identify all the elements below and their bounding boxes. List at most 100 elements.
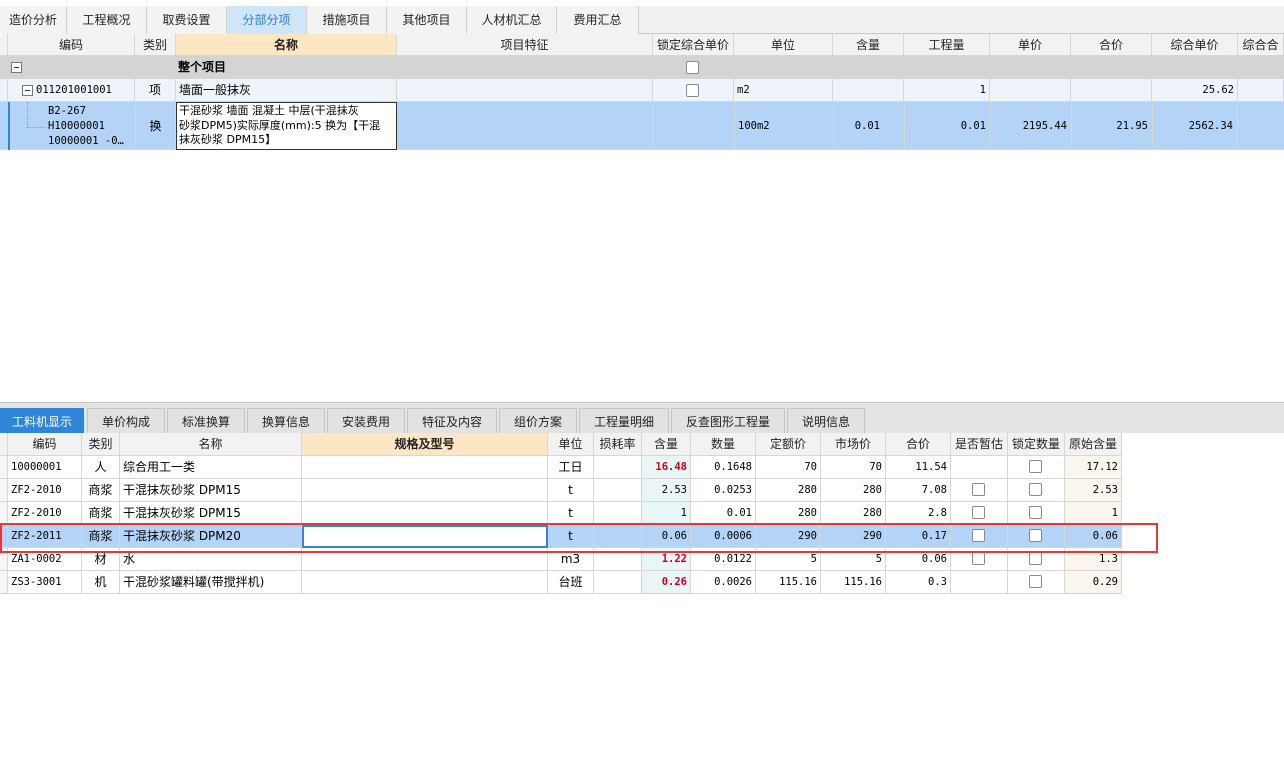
row-quota-price[interactable]: 115.16 — [756, 571, 821, 594]
row-amount[interactable]: 0.0026 — [691, 571, 756, 594]
col-header-amount[interactable]: 数量 — [691, 433, 756, 456]
row-unit[interactable]: 工日 — [548, 456, 594, 479]
tab-labor-material-summary[interactable]: 人材机汇总 — [467, 6, 557, 34]
row-lock-qty[interactable] — [1008, 502, 1065, 525]
row-unit[interactable]: t — [548, 479, 594, 502]
col-header-original-content[interactable]: 原始含量 — [1065, 433, 1122, 456]
row-spec[interactable] — [302, 502, 548, 525]
tab-features-content[interactable]: 特征及内容 — [407, 408, 497, 434]
col-header-total[interactable]: 合价 — [886, 433, 951, 456]
col-header-composite-price[interactable]: 综合单价 — [1152, 34, 1238, 56]
row-type[interactable]: 人 — [82, 456, 120, 479]
item-total[interactable] — [1071, 79, 1152, 102]
col-header-lock-price[interactable]: 锁定综合单价 — [653, 34, 734, 56]
row-content[interactable]: 16.48 — [642, 456, 691, 479]
row-provisional[interactable] — [951, 502, 1008, 525]
row-name[interactable]: 干混砂浆罐料罐(带搅拌机) — [120, 571, 302, 594]
col-header-type[interactable]: 类别 — [82, 433, 120, 456]
col-header-provisional[interactable]: 是否暂估 — [951, 433, 1008, 456]
row-code[interactable]: ZF2-2010 — [8, 502, 82, 525]
lock-qty-checkbox[interactable] — [1029, 552, 1042, 565]
tab-conversion-info[interactable]: 换算信息 — [247, 408, 325, 434]
row-market-price[interactable]: 115.16 — [821, 571, 886, 594]
row-total[interactable]: 11.54 — [886, 456, 951, 479]
tab-sub-items[interactable]: 分部分项 — [227, 6, 307, 34]
tab-cost-summary[interactable]: 费用汇总 — [557, 6, 639, 34]
row-type[interactable]: 机 — [82, 571, 120, 594]
row-original-content[interactable]: 2.53 — [1065, 479, 1122, 502]
tab-cost-analysis[interactable]: 造价分析 — [0, 6, 67, 34]
item-composite-price[interactable]: 25.62 — [1152, 79, 1238, 102]
row-code[interactable]: ZS3-3001 — [8, 571, 82, 594]
tab-unit-price-composition[interactable]: 单价构成 — [87, 408, 165, 434]
row-unit[interactable]: 台班 — [548, 571, 594, 594]
tab-project-overview[interactable]: 工程概况 — [67, 6, 147, 34]
col-header-spec[interactable]: 规格及型号 — [302, 433, 548, 456]
col-header-unit[interactable]: 单位 — [548, 433, 594, 456]
row-content[interactable]: 2.53 — [642, 479, 691, 502]
row-content[interactable]: 1 — [642, 502, 691, 525]
col-header-features[interactable]: 项目特征 — [397, 34, 653, 56]
tab-fee-settings[interactable]: 取费设置 — [147, 6, 227, 34]
tab-standard-conversion[interactable]: 标准换算 — [167, 408, 245, 434]
row-loss-rate[interactable] — [594, 479, 642, 502]
row-quota-price[interactable]: 280 — [756, 502, 821, 525]
row-spec[interactable] — [302, 571, 548, 594]
sub-content[interactable]: 0.01 — [833, 102, 904, 150]
provisional-checkbox[interactable] — [972, 506, 985, 519]
row-amount[interactable]: 0.1648 — [691, 456, 756, 479]
row-name[interactable]: 干混抹灰砂浆 DPM15 — [120, 502, 302, 525]
item-lock-checkbox[interactable] — [686, 84, 699, 97]
row-type[interactable]: 商浆 — [82, 479, 120, 502]
lock-qty-checkbox[interactable] — [1029, 483, 1042, 496]
sub-quantity[interactable]: 0.01 — [904, 102, 990, 150]
collapse-icon[interactable] — [22, 85, 33, 96]
row-total[interactable]: 2.8 — [886, 502, 951, 525]
row-name[interactable]: 综合用工一类 — [120, 456, 302, 479]
row-type[interactable]: 商浆 — [82, 502, 120, 525]
provisional-checkbox[interactable] — [972, 552, 985, 565]
lock-qty-checkbox[interactable] — [1029, 575, 1042, 588]
col-header-quantity[interactable]: 工程量 — [904, 34, 990, 56]
row-provisional[interactable] — [951, 456, 1008, 479]
tab-pricing-scheme[interactable]: 组价方案 — [499, 408, 577, 434]
col-header-name[interactable]: 名称 — [176, 34, 397, 56]
col-header-unit-price[interactable]: 单价 — [990, 34, 1071, 56]
row-market-price[interactable]: 280 — [821, 502, 886, 525]
row-total[interactable]: 0.3 — [886, 571, 951, 594]
row-loss-rate[interactable] — [594, 456, 642, 479]
row-loss-rate[interactable] — [594, 502, 642, 525]
row-code[interactable]: ZF2-2010 — [8, 479, 82, 502]
col-header-composite-total[interactable]: 综合合 — [1238, 34, 1284, 56]
tab-reverse-graphic-quantity[interactable]: 反查图形工程量 — [671, 408, 785, 434]
row-loss-rate[interactable] — [594, 571, 642, 594]
row-amount[interactable]: 0.01 — [691, 502, 756, 525]
sub-name-cell[interactable]: 干混砂浆 墙面 混凝土 中层(干混抹灰 砂浆DPM5)实际厚度(mm):5 换为… — [176, 102, 397, 150]
tab-quantity-details[interactable]: 工程量明细 — [579, 408, 669, 434]
row-lock-qty[interactable] — [1008, 479, 1065, 502]
col-header-name[interactable]: 名称 — [120, 433, 302, 456]
col-header-market-price[interactable]: 市场价 — [821, 433, 886, 456]
item-unit[interactable]: m2 — [734, 79, 833, 102]
row-lock-qty[interactable] — [1008, 456, 1065, 479]
col-header-code[interactable]: 编码 — [8, 433, 82, 456]
item-type[interactable]: 项 — [135, 79, 176, 102]
item-content[interactable] — [833, 79, 904, 102]
tab-other-items[interactable]: 其他项目 — [387, 6, 467, 34]
sub-unit-price[interactable]: 2195.44 — [990, 102, 1071, 150]
item-features[interactable] — [397, 79, 653, 102]
col-header-lock-qty[interactable]: 锁定数量 — [1008, 433, 1065, 456]
row-original-content[interactable]: 1 — [1065, 502, 1122, 525]
row-unit[interactable]: t — [548, 502, 594, 525]
tab-measures[interactable]: 措施项目 — [307, 6, 387, 34]
row-market-price[interactable]: 70 — [821, 456, 886, 479]
item-name[interactable]: 墙面一般抹灰 — [176, 79, 397, 102]
col-header-type[interactable]: 类别 — [135, 34, 176, 56]
col-header-content[interactable]: 含量 — [642, 433, 691, 456]
col-header-code[interactable]: 编码 — [8, 34, 135, 56]
row-content[interactable]: 0.26 — [642, 571, 691, 594]
row-quota-price[interactable]: 280 — [756, 479, 821, 502]
row-market-price[interactable]: 280 — [821, 479, 886, 502]
sub-unit[interactable]: 100m2 — [734, 102, 833, 150]
lock-qty-checkbox[interactable] — [1029, 506, 1042, 519]
